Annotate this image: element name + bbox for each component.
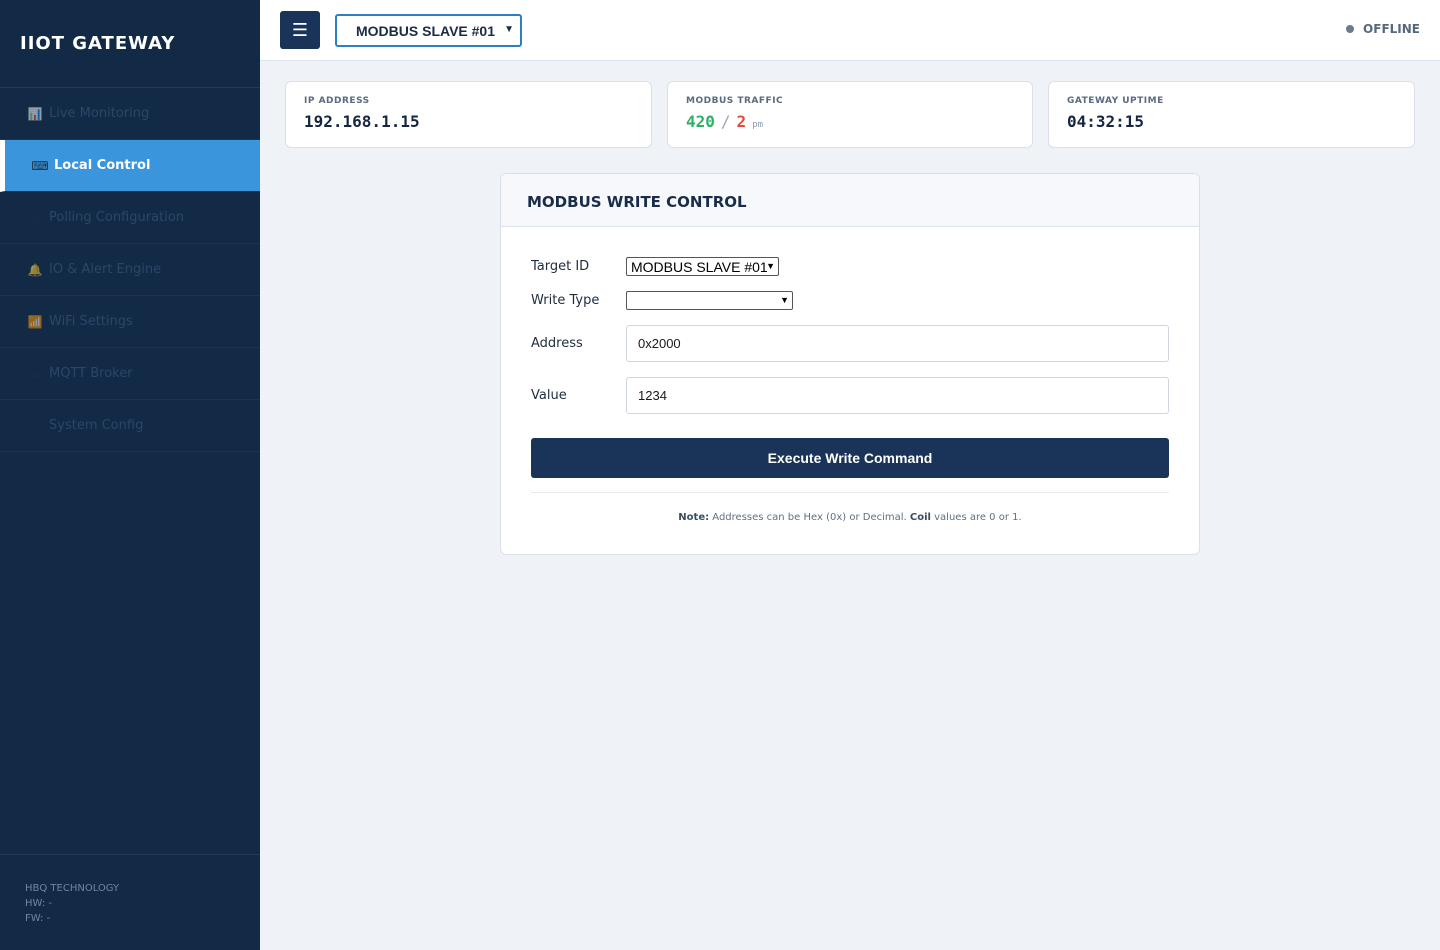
address-label: Address [531,336,583,351]
gateway-uptime-card: GATEWAY UPTIME 04:32:15 [1048,81,1415,148]
chevron-down-icon: ▼ [766,261,775,271]
target-id-value: MODBUS SLAVE #01 [631,258,768,275]
connection-status: OFFLINE [1346,22,1420,36]
divider [531,492,1169,493]
modbus-traffic-value: 420 / 2 pm [686,112,1032,131]
hamburger-icon: ☰ [291,19,309,41]
note-text-2: values are 0 or 1. [930,512,1022,523]
sidebar-item-label: WiFi Settings [49,314,133,329]
gear-icon: ⚙ [29,210,41,225]
sidebar-item-system-config[interactable]: 🛠 System Config [0,400,260,452]
panel-title: MODBUS WRITE CONTROL [527,193,747,211]
note-text-1: Addresses can be Hex (0x) or Decimal. [709,512,910,523]
slave-select[interactable]: MODBUS SLAVE #01 ▼ [335,14,522,47]
keyboard-icon: ⌨ [31,158,49,173]
sidebar-item-label: System Config [49,418,144,433]
chevron-down-icon: ▼ [780,295,789,305]
panel-header: MODBUS WRITE CONTROL [501,174,1199,227]
sidebar-nav: 📊 Live Monitoring ⌨ Local Control ⚙ Poll… [0,88,260,452]
write-type-select[interactable]: ▼ [626,291,793,310]
bell-icon: 🔔 [27,262,43,277]
firmware-version: FW: - [25,913,51,924]
chart-icon: 📊 [27,106,43,121]
address-input[interactable] [626,325,1169,362]
chevron-down-icon: ▼ [504,24,514,35]
value-input[interactable] [626,377,1169,414]
sidebar-item-label: MQTT Broker [49,366,133,381]
tools-icon: 🛠 [27,418,43,433]
sidebar-item-wifi-settings[interactable]: 📶 WiFi Settings [0,296,260,348]
ip-address-card: IP ADDRESS 192.168.1.15 [285,81,652,148]
cloud-icon: ☁ [29,366,41,381]
slave-select-value: MODBUS SLAVE #01 [356,22,495,39]
traffic-error-count: 2 [736,112,747,131]
sidebar-item-label: IO & Alert Engine [49,262,162,277]
hardware-version: HW: - [25,898,52,909]
traffic-ok-count: 420 [686,112,715,131]
target-id-label: Target ID [531,259,590,274]
traffic-unit: pm [752,120,764,130]
sidebar-item-label: Polling Configuration [49,210,184,225]
sidebar-item-polling-configuration[interactable]: ⚙ Polling Configuration [0,192,260,244]
modbus-write-panel: MODBUS WRITE CONTROL Target ID MODBUS SL… [500,173,1200,555]
sidebar-item-label: Local Control [54,158,151,173]
ip-address-label: IP ADDRESS [304,96,370,106]
sidebar-item-local-control[interactable]: ⌨ Local Control [0,140,260,192]
traffic-separator: / [720,112,731,131]
ip-address-value: 192.168.1.15 [304,112,420,131]
sidebar-item-io-alert-engine[interactable]: 🔔 IO & Alert Engine [0,244,260,296]
note-coil: Coil [909,512,931,523]
company-name: HBQ TECHNOLOGY [25,883,120,894]
modbus-traffic-label: MODBUS TRAFFIC [686,96,784,106]
note-prefix: Note: [678,512,710,523]
help-note: Note: Addresses can be Hex (0x) or Decim… [501,512,1199,523]
top-header: ☰ MODBUS SLAVE #01 ▼ OFFLINE [260,0,1440,61]
gateway-uptime-label: GATEWAY UPTIME [1067,96,1164,106]
status-dot-icon [1346,25,1355,33]
wifi-icon: 📶 [27,314,43,329]
brand-title: IIOT GATEWAY [20,33,176,54]
menu-toggle-button[interactable]: ☰ [280,11,320,49]
sidebar-item-label: Live Monitoring [49,106,150,121]
execute-write-button[interactable]: Execute Write Command [531,438,1169,478]
value-label: Value [531,388,567,403]
sidebar-footer: HBQ TECHNOLOGY HW: - FW: - [0,854,260,950]
sidebar-item-live-monitoring[interactable]: 📊 Live Monitoring [0,88,260,140]
modbus-traffic-card: MODBUS TRAFFIC 420 / 2 pm [667,81,1033,148]
gateway-uptime-value: 04:32:15 [1067,112,1145,131]
write-type-label: Write Type [531,293,600,308]
target-id-select[interactable]: MODBUS SLAVE #01 ▼ [626,257,779,276]
sidebar: IIOT GATEWAY 📊 Live Monitoring ⌨ Local C… [0,0,260,950]
sidebar-item-mqtt-broker[interactable]: ☁ MQTT Broker [0,348,260,400]
status-text: OFFLINE [1363,22,1420,36]
brand: IIOT GATEWAY [0,0,260,88]
